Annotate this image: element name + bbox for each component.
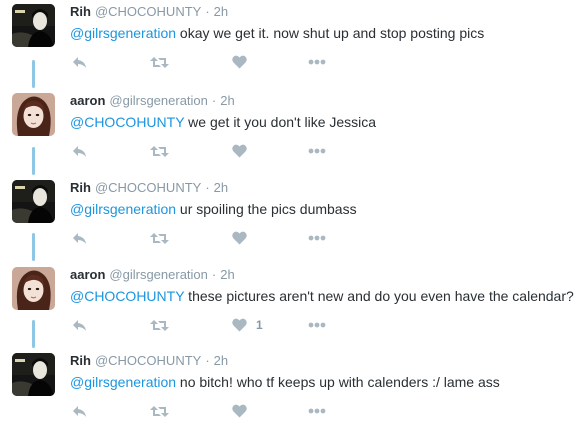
avatar-rih[interactable]	[12, 4, 55, 47]
tweet-body: no bitch! who tf keeps up with calenders…	[176, 374, 500, 390]
retweet-icon	[150, 232, 169, 244]
avatar-aaron[interactable]	[12, 267, 55, 310]
username-handle[interactable]: @gilrsgeneration	[109, 93, 207, 108]
more-options-button[interactable]	[308, 143, 326, 159]
retweet-button[interactable]	[150, 143, 169, 159]
reply-button[interactable]	[72, 317, 87, 333]
display-name[interactable]: Rih	[70, 353, 91, 368]
retweet-button[interactable]	[150, 317, 169, 333]
display-name[interactable]: Rih	[70, 4, 91, 19]
reply-button[interactable]	[72, 230, 87, 246]
mention-link[interactable]: @gilrsgeneration	[70, 25, 176, 41]
tweet-actions	[70, 143, 390, 159]
like-button[interactable]: 1	[232, 317, 263, 333]
tweet[interactable]: Rih @CHOCOHUNTY · 2h @gilrsgeneration no bi…	[0, 351, 585, 437]
heart-icon	[232, 55, 247, 69]
reply-icon	[73, 405, 86, 417]
avatar-rih[interactable]	[12, 180, 55, 223]
retweet-icon	[150, 405, 169, 417]
tweet[interactable]: Rih @CHOCOHUNTY · 2h @gilrsgeneration ur sp…	[0, 178, 585, 264]
heart-icon	[232, 404, 247, 418]
heart-icon	[232, 144, 247, 158]
tweet-header: Rih @CHOCOHUNTY · 2h	[70, 352, 228, 370]
tweet-actions	[70, 230, 390, 246]
more-dots-icon	[308, 322, 326, 328]
username-handle[interactable]: @CHOCOHUNTY	[95, 180, 201, 195]
username-handle[interactable]: @gilrsgeneration	[109, 267, 207, 282]
tweet[interactable]: aaron @gilrsgeneration · 2h @CHOCOHUNTY the…	[0, 265, 585, 351]
display-name[interactable]: aaron	[70, 267, 105, 282]
mention-link[interactable]: @CHOCOHUNTY	[70, 114, 184, 130]
tweet-body: we get it you don't like Jessica	[184, 114, 377, 130]
reply-button[interactable]	[72, 403, 87, 419]
tweet[interactable]: Rih @CHOCOHUNTY · 2h @gilrsgeneration okay …	[0, 2, 585, 88]
more-dots-icon	[308, 235, 326, 241]
tweet-actions	[70, 54, 390, 70]
tweet-header: aaron @gilrsgeneration · 2h	[70, 266, 235, 284]
mention-link[interactable]: @CHOCOHUNTY	[70, 288, 184, 304]
timestamp[interactable]: 2h	[214, 4, 228, 19]
display-name[interactable]: aaron	[70, 93, 105, 108]
heart-icon	[232, 318, 247, 332]
conversation-thread: Rih @CHOCOHUNTY · 2h @gilrsgeneration okay …	[0, 0, 585, 423]
like-button[interactable]	[232, 54, 256, 70]
separator-dot: ·	[205, 4, 210, 19]
tweet-body: ur spoiling the pics dumbass	[176, 201, 357, 217]
tweet-actions: 1	[70, 317, 390, 333]
timestamp[interactable]: 2h	[214, 353, 228, 368]
username-handle[interactable]: @CHOCOHUNTY	[95, 353, 201, 368]
retweet-button[interactable]	[150, 230, 169, 246]
separator-dot: ·	[211, 93, 217, 108]
avatar-aaron[interactable]	[12, 93, 55, 136]
heart-icon	[232, 231, 247, 245]
like-button[interactable]	[232, 143, 256, 159]
reply-button[interactable]	[72, 54, 87, 70]
more-dots-icon	[308, 59, 326, 65]
reply-icon	[73, 56, 86, 68]
separator-dot: ·	[205, 180, 210, 195]
like-count: 1	[256, 318, 263, 332]
reply-icon	[73, 319, 86, 331]
tweet-header: Rih @CHOCOHUNTY · 2h	[70, 179, 228, 197]
more-options-button[interactable]	[308, 403, 326, 419]
more-options-button[interactable]	[308, 230, 326, 246]
timestamp[interactable]: 2h	[220, 267, 234, 282]
tweet-body: okay we get it. now shut up and stop pos…	[176, 25, 485, 41]
timestamp[interactable]: 2h	[214, 180, 228, 195]
like-button[interactable]	[232, 403, 256, 419]
retweet-icon	[150, 319, 169, 331]
more-options-button[interactable]	[308, 317, 326, 333]
mention-link[interactable]: @gilrsgeneration	[70, 374, 176, 390]
tweet-text: @CHOCOHUNTY we get it you don't like Jes…	[70, 112, 376, 132]
more-dots-icon	[308, 408, 326, 414]
more-dots-icon	[308, 148, 326, 154]
like-button[interactable]	[232, 230, 256, 246]
timestamp[interactable]: 2h	[220, 93, 234, 108]
tweet-text: @gilrsgeneration no bitch! who tf keeps …	[70, 372, 500, 392]
retweet-icon	[150, 145, 169, 157]
tweet-actions	[70, 403, 390, 419]
tweet-text: @gilrsgeneration ur spoiling the pics du…	[70, 199, 357, 219]
tweet-header: Rih @CHOCOHUNTY · 2h	[70, 3, 228, 21]
display-name[interactable]: Rih	[70, 180, 91, 195]
tweet-header: aaron @gilrsgeneration · 2h	[70, 92, 235, 110]
reply-icon	[73, 145, 86, 157]
retweet-button[interactable]	[150, 54, 169, 70]
retweet-icon	[150, 56, 169, 68]
tweet[interactable]: aaron @gilrsgeneration · 2h @CHOCOHUNTY we …	[0, 91, 585, 177]
reply-button[interactable]	[72, 143, 87, 159]
retweet-button[interactable]	[150, 403, 169, 419]
separator-dot: ·	[205, 353, 210, 368]
mention-link[interactable]: @gilrsgeneration	[70, 201, 176, 217]
username-handle[interactable]: @CHOCOHUNTY	[95, 4, 201, 19]
reply-icon	[73, 232, 86, 244]
tweet-body: these pictures aren't new and do you eve…	[184, 288, 574, 304]
tweet-text: @gilrsgeneration okay we get it. now shu…	[70, 23, 484, 43]
tweet-text: @CHOCOHUNTY these pictures aren't new an…	[70, 286, 574, 306]
separator-dot: ·	[211, 267, 217, 282]
more-options-button[interactable]	[308, 54, 326, 70]
avatar-rih[interactable]	[12, 353, 55, 396]
